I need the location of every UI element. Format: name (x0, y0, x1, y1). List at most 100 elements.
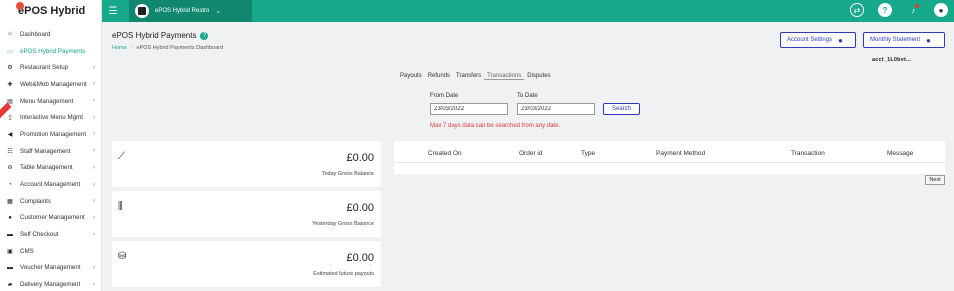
card-caption: Yesterday Gross Balance (312, 221, 374, 227)
sidebar-item-account[interactable]: ◔ Account Management › (0, 176, 101, 193)
col-message: Message (887, 150, 914, 157)
from-date-label: From Date (430, 93, 459, 99)
megaphone-icon: ◀ (7, 131, 13, 138)
truck-icon: ▰ (7, 282, 13, 289)
chevron-right-icon: › (93, 264, 95, 271)
table-icon: ⊖ (7, 165, 13, 172)
search-button[interactable]: Search (603, 103, 640, 115)
tab-payouts[interactable]: Payouts (397, 73, 425, 80)
home-icon: ⌂ (8, 31, 12, 38)
col-transaction: Transaction (791, 150, 825, 157)
user-avatar[interactable]: ● (934, 3, 948, 17)
sidebar-item-interactive-menu[interactable]: ▯ Interactive Menu Mgmt › (0, 109, 101, 126)
col-type: Type (581, 150, 596, 157)
sidebar-item-epos-payments[interactable]: ▭ ePOS Hybrid Payments (0, 43, 101, 60)
chevron-right-icon: › (93, 198, 95, 205)
tab-transactions[interactable]: Transactions (484, 73, 525, 80)
chevron-right-icon: › (93, 164, 95, 171)
store-avatar (135, 4, 149, 18)
card-amount: £0.00 (346, 252, 374, 264)
user-icon: ● (838, 35, 843, 45)
next-page-button[interactable]: Next (925, 175, 945, 185)
sidebar-item-dashboard[interactable]: ⌂ Dashboard (0, 26, 101, 43)
tablet-icon: ▯ (8, 115, 12, 122)
chevron-right-icon: › (93, 81, 95, 88)
hamburger-menu-icon[interactable]: ☰ (102, 6, 124, 17)
yesterday-balance-card: ⫼ £0.00 Yesterday Gross Balance (112, 191, 381, 237)
transactions-table: Created On Order id Type Payment Method … (394, 141, 945, 174)
logo-mark-icon (16, 2, 24, 10)
table-header: Created On Order id Type Payment Method … (394, 149, 945, 163)
page-title: ePOS Hybrid Payments? (112, 31, 209, 40)
col-order-id: Order id (519, 150, 543, 157)
tab-disputes[interactable]: Disputes (524, 73, 553, 80)
trend-icon: ⟋ (118, 151, 125, 162)
card-amount: £0.00 (346, 152, 374, 164)
sidebar-nav: ⌂ Dashboard ▭ ePOS Hybrid Payments ⚙ Restau… (0, 26, 101, 291)
top-bar: ☰ ePOS Hybrid Restro ⌄ ⇄ ? ♪ ● (102, 0, 954, 22)
doc-icon: ▦ (7, 198, 13, 205)
sidebar-item-customer[interactable]: ● Customer Management › (0, 210, 101, 227)
store-selector[interactable]: ePOS Hybrid Restro ⌄ (129, 0, 252, 22)
sidebar-item-staff[interactable]: ☷ Staff Management › (0, 143, 101, 160)
tab-transfers[interactable]: Transfers (453, 73, 484, 80)
from-date-input[interactable] (430, 103, 508, 115)
store-name: ePOS Hybrid Restro (155, 8, 210, 14)
tab-refunds[interactable]: Refunds (425, 73, 453, 80)
user-icon: ● (8, 214, 12, 221)
sidebar-item-complaints[interactable]: ▦ Complaints › (0, 193, 101, 210)
sidebar-item-table[interactable]: ⊖ Table Management › (0, 160, 101, 177)
cms-icon: ▣ (7, 248, 13, 255)
cart-icon: ▬ (7, 231, 13, 238)
notification-bell-icon[interactable]: ♪ (906, 3, 920, 17)
help-circle-icon[interactable]: ? (200, 31, 209, 40)
account-settings-button[interactable]: Account Settings ● (780, 32, 856, 48)
chart-icon: ◔ (8, 181, 12, 188)
sidebar: ePOS Hybrid ⌂ Dashboard ▭ ePOS Hybrid Paym… (0, 0, 102, 291)
chevron-right-icon: › (93, 214, 95, 221)
link-icon[interactable]: ⇄ (850, 3, 864, 17)
user-icon: ● (926, 35, 931, 45)
chevron-right-icon: › (93, 181, 95, 188)
breadcrumb-home[interactable]: Home (112, 45, 127, 51)
topbar-actions: ⇄ ? ♪ ● (850, 3, 948, 17)
breadcrumb-separator: › (130, 45, 133, 51)
sidebar-item-restaurant-setup[interactable]: ⚙ Restaurant Setup › (0, 59, 101, 76)
to-date-input[interactable] (517, 103, 595, 115)
sidebar-item-cms[interactable]: ▣ CMS (0, 243, 101, 260)
sidebar-item-webmob[interactable]: ✚ Web&Mob Management › (0, 76, 101, 93)
card-caption: Estimated future payouts (313, 271, 374, 277)
chevron-right-icon: › (93, 148, 95, 155)
to-date-label: To Date (517, 93, 538, 99)
sidebar-item-delivery[interactable]: ▰ Delivery Management › (0, 276, 101, 291)
chevron-right-icon: › (93, 98, 95, 105)
breadcrumb: Home › ePOS Hybrid Payments Dashboard (112, 45, 223, 51)
gear-icon: ⚙ (7, 65, 13, 72)
col-created-on: Created On (428, 150, 462, 157)
chevron-down-icon: ⌄ (215, 8, 222, 15)
money-hand-icon: ⛁ (118, 251, 127, 262)
sidebar-item-voucher[interactable]: ▬ Voucher Management › (0, 260, 101, 277)
sidebar-item-menu-management[interactable]: ▤ Menu Management › (0, 93, 101, 110)
col-payment-method: Payment Method (656, 150, 706, 157)
chevron-right-icon: › (93, 131, 95, 138)
card-amount: £0.00 (346, 202, 374, 214)
app-logo[interactable]: ePOS Hybrid (0, 0, 101, 22)
breadcrumb-current: ePOS Hybrid Payments Dashboard (136, 45, 224, 51)
plus-icon: ✚ (7, 81, 13, 88)
chevron-right-icon: › (93, 64, 95, 71)
bar-growth-icon: ⫼ (118, 201, 123, 212)
chevron-right-icon: › (93, 114, 95, 121)
monthly-statement-button[interactable]: Monthly Statement ● (863, 32, 945, 48)
today-balance-card: ⟋ £0.00 Today Gross Balance (112, 141, 381, 187)
logo-text: ePOS Hybrid (18, 5, 86, 17)
sidebar-item-self-checkout[interactable]: ▬ Self Checkout › (0, 226, 101, 243)
voucher-icon: ▬ (7, 264, 13, 271)
help-icon[interactable]: ? (878, 3, 892, 17)
sidebar-item-promotion[interactable]: ◀ Promotion Management › (0, 126, 101, 143)
card-caption: Today Gross Balance (321, 171, 374, 177)
card-icon: ▭ (7, 48, 13, 55)
chevron-right-icon: › (93, 281, 95, 288)
chevron-right-icon: › (93, 231, 95, 238)
future-payouts-card: ⛁ £0.00 Estimated future payouts (112, 241, 381, 287)
